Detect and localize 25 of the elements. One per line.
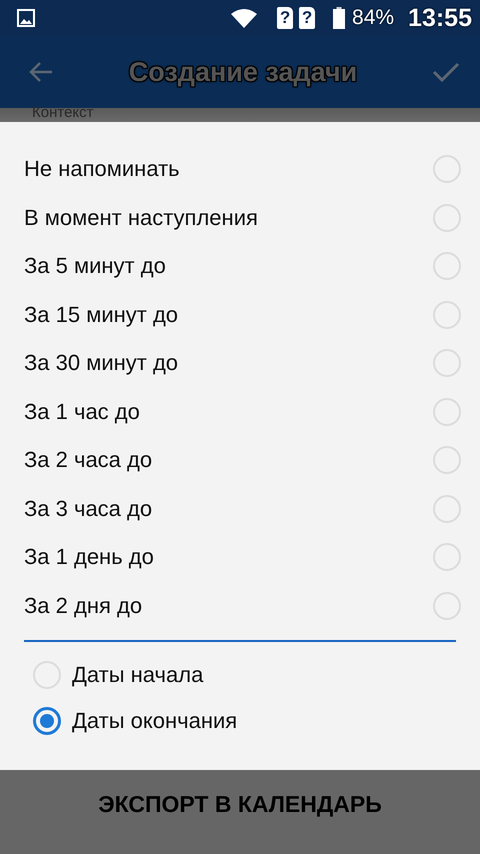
- image-icon: [17, 9, 35, 27]
- clock-time: 13:55: [408, 4, 472, 32]
- reminder-option[interactable]: Не напоминать: [0, 145, 480, 194]
- reminder-option[interactable]: За 30 минут до: [0, 339, 480, 388]
- reminder-option[interactable]: За 3 часа до: [0, 484, 480, 533]
- battery-icon: [333, 7, 346, 29]
- reminder-option[interactable]: За 1 день до: [0, 533, 480, 582]
- context-label: Контекст: [32, 104, 94, 121]
- battery-percent: 84%: [352, 6, 394, 30]
- radio-button[interactable]: [32, 706, 62, 736]
- reminder-option[interactable]: За 5 минут до: [0, 242, 480, 290]
- reminder-option[interactable]: В момент наступления: [0, 194, 480, 242]
- sim-card-icon: ?: [277, 7, 294, 29]
- checkmark-icon[interactable]: [432, 61, 460, 83]
- back-arrow-icon[interactable]: [28, 60, 54, 84]
- reminder-option[interactable]: За 2 часа до: [0, 436, 480, 484]
- screen-title: Создание задачи: [128, 56, 358, 88]
- reminder-option[interactable]: За 2 дня до: [0, 582, 480, 630]
- sim-card-icon: ?: [299, 7, 316, 29]
- reminder-option[interactable]: За 1 час до: [0, 388, 480, 436]
- date-option[interactable]: Даты начала: [0, 652, 480, 698]
- wifi-icon: [231, 8, 258, 28]
- export-to-calendar-button[interactable]: ЭКСПОРТ В КАЛЕНДАРЬ: [0, 770, 480, 854]
- date-option[interactable]: Даты окончания: [0, 698, 480, 744]
- reminder-option[interactable]: За 15 минут до: [0, 290, 480, 339]
